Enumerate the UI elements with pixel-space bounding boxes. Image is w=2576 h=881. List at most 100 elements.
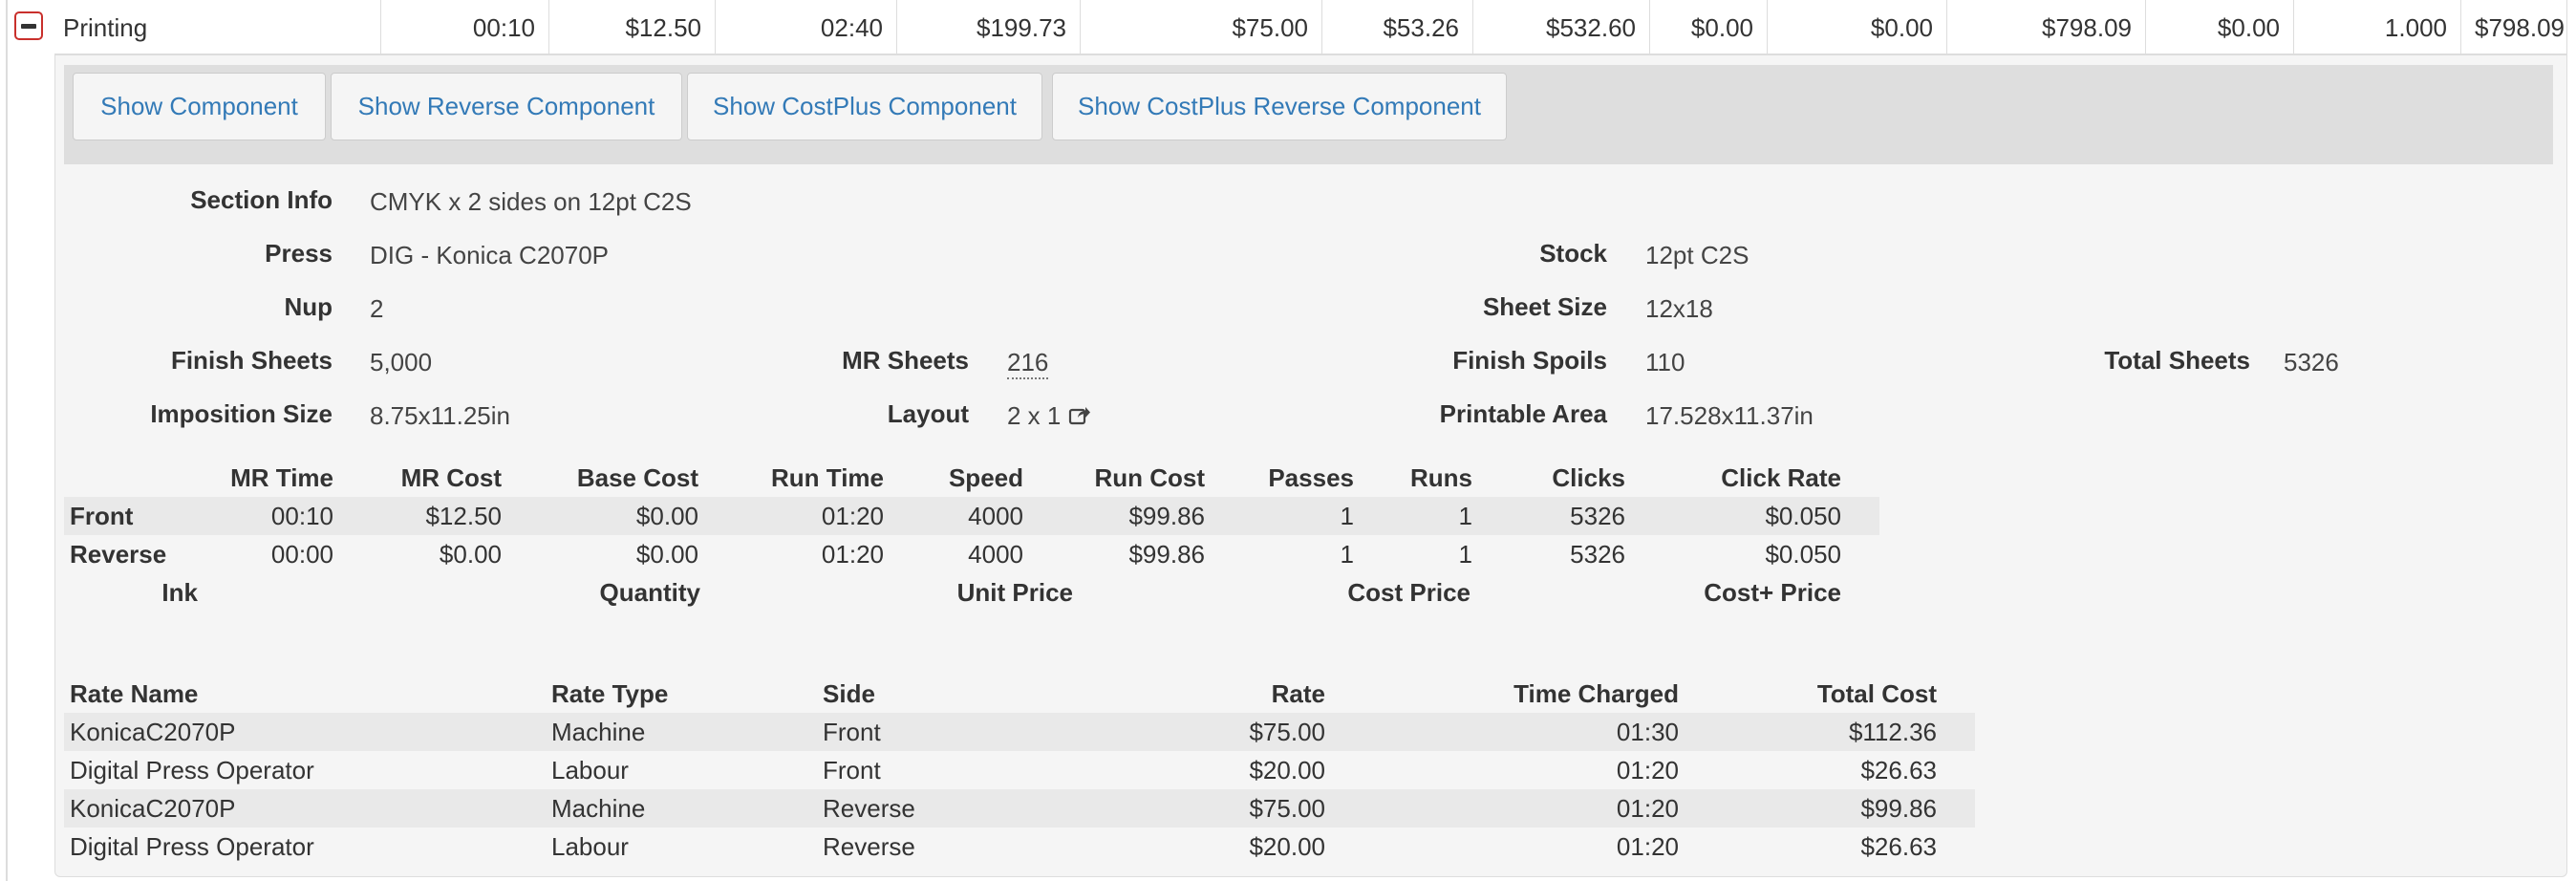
ink-table-header: Ink Quantity Unit Price Cost Price Cost+… [64,573,1879,612]
rate-value: $20.00 [1249,832,1325,861]
total-cost: $112.36 [1717,713,1975,751]
table-cell: $12.50 [372,497,540,535]
table-cell: 5326 [1570,540,1625,569]
summary-row: Printing 00:10 $12.50 02:40 $199.73 $75.… [54,0,2567,55]
cost-header: Click Rate [1721,463,1841,492]
ink-header: Ink [161,578,198,607]
rate-value: $75.00 [1029,713,1363,751]
table-row: Reverse 00:00 $0.00 $0.00 01:20 4000 $99… [64,535,1879,573]
cost-header: MR Cost [400,463,502,492]
total-cost: $26.63 [1860,832,1937,861]
rate-table: Rate Name Rate Type Side Rate Time Charg… [64,675,1975,866]
table-cell: $99.86 [1128,540,1205,569]
collapse-row-button[interactable] [14,11,43,40]
show-reverse-component-button[interactable]: Show Reverse Component [331,73,682,140]
total-sheets-label: Total Sheets [2104,346,2250,375]
table-cell: $99.86 [1062,497,1243,535]
table-cell: $0.00 [439,540,502,569]
cell-mr-time: 00:10 [380,0,548,55]
time-charged: 01:20 [1616,832,1679,861]
cost-header: Speed [948,463,1023,492]
mr-sheets-label: MR Sheets [842,346,969,375]
table-row: KonicaC2070P Machine Reverse $75.00 01:2… [64,789,1975,827]
table-cell: 01:20 [821,540,884,569]
imposition-size-label: Imposition Size [150,399,333,428]
rate-name: Digital Press Operator [70,832,314,861]
finish-sheets-value: 5,000 [370,348,433,376]
cell-run-time: 02:40 [715,0,896,55]
rate-side: Front [823,756,881,784]
share-square-icon[interactable] [1068,403,1091,433]
total-sheets-value: 5326 [2284,348,2339,376]
cell-value-6: $53.26 [1321,0,1472,55]
time-charged: 01:30 [1363,713,1717,751]
cost-header-side [64,459,148,497]
table-cell: $0.00 [635,540,698,569]
sheet-size-value: 12x18 [1645,294,1713,323]
cost-table-header: MR Time MR Cost Base Cost Run Time Speed… [64,459,1879,497]
finish-spoils-label: Finish Spoils [1452,346,1607,375]
cost-header: Clicks [1552,463,1625,492]
layout-value: 2 x 1 [1007,401,1062,430]
rate-side: Reverse [823,832,915,861]
cell-value-8: $0.00 [1649,0,1767,55]
table-cell: 4000 [968,540,1023,569]
ink-header: Quantity [599,578,700,607]
nup-value: 2 [370,294,384,323]
table-row: Digital Press Operator Labour Front $20.… [64,751,1975,789]
table-cell: 1 [1243,497,1392,535]
show-costplus-component-button[interactable]: Show CostPlus Component [687,73,1042,140]
rate-header: Rate Name [70,679,199,708]
rate-side: Reverse [817,789,1029,827]
table-cell: 1 [1392,497,1511,535]
table-cell: 00:00 [270,540,333,569]
table-cell: 1 [1340,540,1354,569]
table-cell: 5326 [1511,497,1664,535]
section-info-label: Section Info [190,185,333,214]
cost-header: Run Time [771,463,884,492]
stock-label: Stock [1539,239,1607,268]
cell-value-11: $0.00 [2145,0,2293,55]
show-component-button[interactable]: Show Component [73,73,326,140]
time-charged: 01:20 [1363,789,1717,827]
rate-table-header: Rate Name Rate Type Side Rate Time Charg… [64,675,1975,713]
ink-header: Cost+ Price [1704,578,1841,607]
rate-value: $75.00 [1029,789,1363,827]
table-cell: $0.050 [1664,497,1879,535]
table-row: KonicaC2070P Machine Front $75.00 01:30 … [64,713,1975,751]
rate-name: Digital Press Operator [70,756,314,784]
table-row: Front 00:10 $12.50 $0.00 01:20 4000 $99.… [64,497,1879,535]
time-charged: 01:20 [1616,756,1679,784]
show-costplus-reverse-component-button[interactable]: Show CostPlus Reverse Component [1052,73,1507,140]
printable-area-value: 17.528x11.37in [1645,401,1814,430]
cell-run-cost: $199.73 [896,0,1080,55]
press-value: DIG - Konica C2070P [370,241,610,269]
mr-sheets-value[interactable]: 216 [1007,348,1049,379]
cell-rate: $75.00 [1080,0,1321,55]
finish-spoils-value: 110 [1645,348,1685,376]
printable-area-label: Printable Area [1439,399,1607,428]
row-side: Front [64,497,148,535]
table-cell: $0.00 [540,497,737,535]
cost-header: Run Cost [1094,463,1205,492]
cell-mr-cost: $12.50 [548,0,715,55]
finish-sheets-label: Finish Sheets [170,346,333,375]
rate-header: Total Cost [1816,679,1937,708]
rate-side: Front [817,713,1029,751]
cost-header: Runs [1410,463,1472,492]
rate-name: KonicaC2070P [64,713,546,751]
rate-type: Machine [546,713,817,751]
table-cell: $0.050 [1765,540,1841,569]
ink-header: Unit Price [956,578,1073,607]
rate-type: Machine [546,789,817,827]
cell-total: $798.09 [2460,0,2567,55]
cost-header: Base Cost [576,463,698,492]
rate-header: Rate Type [551,679,669,708]
table-row: Digital Press Operator Labour Reverse $2… [64,827,1975,866]
layout-label: Layout [887,399,969,428]
sheet-size-label: Sheet Size [1482,292,1607,321]
ink-header: Cost Price [1347,578,1470,607]
nup-label: Nup [284,292,333,321]
section-info-value: CMYK x 2 sides on 12pt C2S [370,187,692,216]
cost-table: MR Time MR Cost Base Cost Run Time Speed… [64,459,1879,573]
